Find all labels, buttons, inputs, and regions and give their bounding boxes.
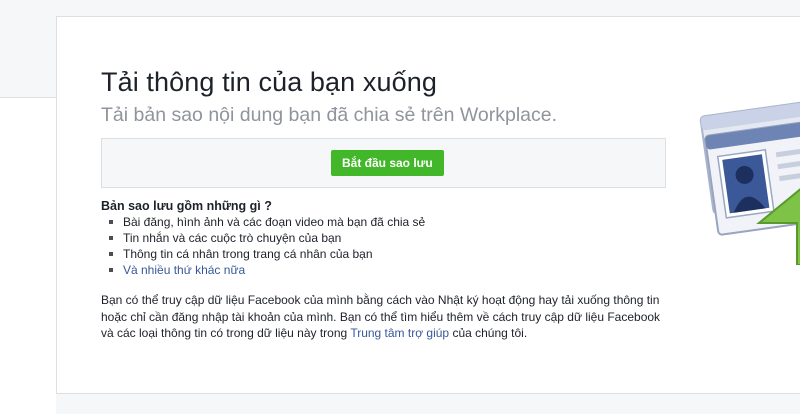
backup-contents-heading: Bản sao lưu gồm những gì ? (101, 199, 272, 213)
start-backup-button[interactable]: Bắt đầu sao lưu (331, 150, 444, 176)
more-items-link[interactable]: Và nhiều thứ khác nữa (101, 262, 425, 278)
help-center-link[interactable]: Trung tâm trợ giúp (350, 326, 449, 340)
backup-action-panel: Bắt đầu sao lưu (101, 138, 666, 188)
info-paragraph: Bạn có thể truy cập dữ liệu Facebook của… (101, 292, 673, 342)
info-text-end: của chúng tôi. (449, 326, 528, 340)
download-profile-card-icon (699, 95, 800, 265)
left-background (0, 98, 56, 414)
download-info-card: Tải thông tin của bạn xuống Tải bản sao … (56, 16, 800, 394)
page-title: Tải thông tin của bạn xuống (101, 67, 437, 97)
top-left-background (0, 0, 56, 98)
list-item: Tin nhắn và các cuộc trò chuyện của bạn (101, 230, 425, 246)
page-subtitle: Tải bản sao nội dung bạn đã chia sẻ trên… (101, 104, 558, 126)
list-item: Thông tin cá nhân trong trang cá nhân củ… (101, 246, 425, 262)
list-item: Bài đăng, hình ảnh và các đoạn video mà … (101, 214, 425, 230)
backup-contents-list: Bài đăng, hình ảnh và các đoạn video mà … (101, 214, 425, 278)
